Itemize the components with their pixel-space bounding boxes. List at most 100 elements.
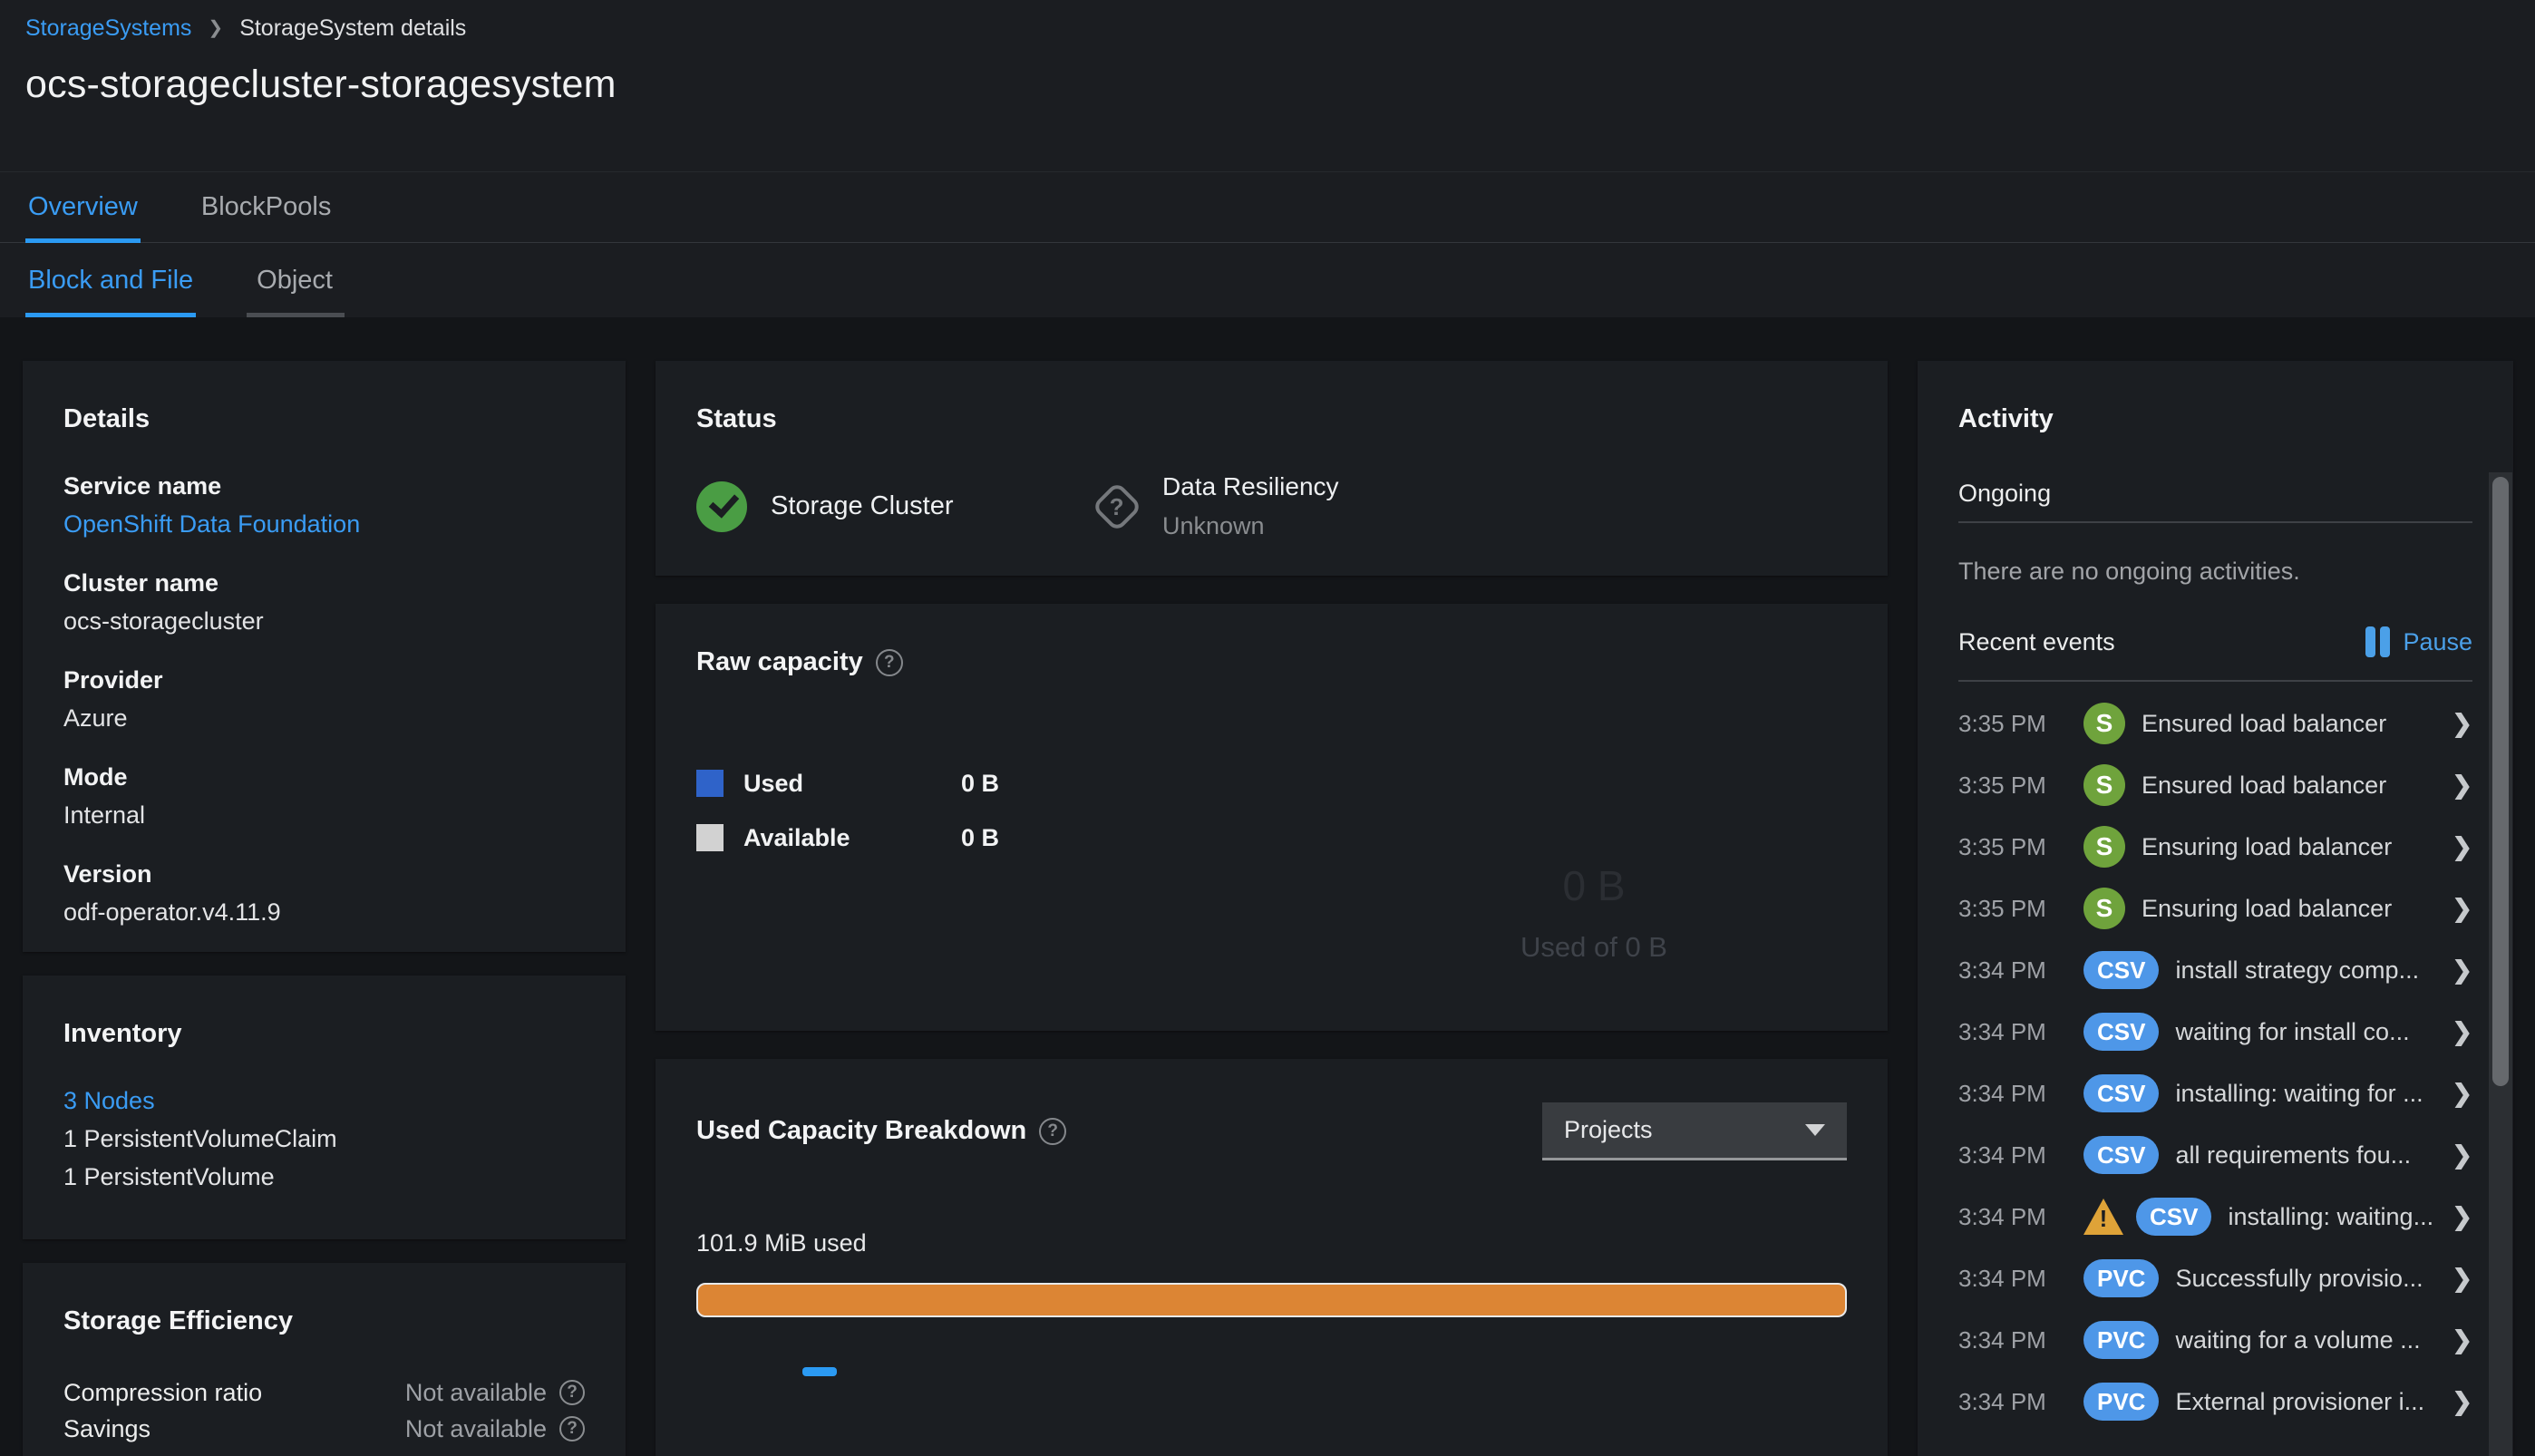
event-row[interactable]: 3:34 PM PVC waiting for a volume ... ❯ [1958,1309,2472,1371]
breadcrumb: StorageSystems ❯ StorageSystem details [25,15,2535,42]
event-row[interactable]: 3:34 PM CSV install strategy comp... ❯ [1958,939,2472,1001]
savings-label: Savings [63,1414,151,1442]
status-item-data-resiliency: ? Data Resiliency Unknown [1091,472,1339,540]
breakdown-by-dropdown[interactable]: Projects [1542,1102,1847,1160]
tab-object[interactable]: Object [247,243,345,317]
chevron-right-icon[interactable]: ❯ [2441,1265,2472,1293]
pause-icon [2365,626,2391,657]
event-row[interactable]: 3:35 PM S Ensured load balancer ❯ [1958,693,2472,754]
event-time: 3:34 PM [1958,1079,2046,1107]
event-time: 3:34 PM [1958,1202,2046,1230]
chevron-right-icon[interactable]: ❯ [2441,1080,2472,1108]
detail-value-version: odf-operator.v4.11.9 [63,898,281,926]
chevron-right-icon[interactable]: ❯ [2441,1018,2472,1046]
detail-label-version: Version [63,860,152,888]
source-badge-s: S [2083,703,2125,744]
status-card: Status Storage Cluster ? Data Resiliency… [656,361,1888,576]
event-message: Ensured load balancer [2142,709,2387,737]
data-resiliency-label: Data Resiliency [1162,472,1339,500]
detail-value-mode: Internal [63,801,146,829]
scrollbar-thumb[interactable] [2492,477,2509,1086]
pause-label: Pause [2403,627,2472,655]
help-icon[interactable]: ? [559,1380,585,1405]
raw-capacity-legend: Used 0 B Available 0 B [696,768,1847,853]
inventory-pv: 1 PersistentVolume [63,1163,275,1190]
source-badge-csv: CSV [2083,1013,2160,1051]
tab-blockpools[interactable]: BlockPools [199,172,334,242]
inventory-card: Inventory 3 Nodes 1 PersistentVolumeClai… [23,976,626,1239]
chevron-right-icon[interactable]: ❯ [2441,772,2472,800]
chevron-right-icon[interactable]: ❯ [2441,1326,2472,1354]
used-label: Used [743,769,804,797]
event-row[interactable]: 3:34 PM CSV installing: waiting for ... … [1958,1063,2472,1124]
event-message: all requirements fou... [2175,1141,2412,1169]
activity-scrollbar[interactable] [2489,472,2512,1456]
page-header: StorageSystems ❯ StorageSystem details o… [0,0,2535,172]
source-badge-csv: CSV [2083,1074,2160,1112]
detail-value-service-name-link[interactable]: OpenShift Data Foundation [63,510,585,539]
detail-label-cluster-name: Cluster name [63,569,219,597]
event-time: 3:34 PM [1958,1325,2046,1354]
event-message: Successfully provisio... [2175,1264,2423,1292]
used-capacity-breakdown-title: Used Capacity Breakdown [696,1116,1027,1146]
chevron-right-icon[interactable]: ❯ [2441,1388,2472,1416]
event-message: Ensuring load balancer [2142,832,2393,860]
events-list: 3:35 PM S Ensured load balancer ❯ 3:35 P… [1958,682,2472,1432]
breadcrumb-link-storagesystems[interactable]: StorageSystems [25,15,191,42]
event-time: 3:35 PM [1958,894,2046,922]
event-message: Ensuring load balancer [2142,894,2393,922]
event-message: install strategy comp... [2175,956,2420,984]
detail-label-service-name: Service name [63,472,222,500]
detail-value-provider: Azure [63,704,128,732]
chevron-right-icon[interactable]: ❯ [2441,956,2472,985]
event-time: 3:35 PM [1958,709,2046,737]
available-label: Available [743,823,850,851]
tab-block-and-file[interactable]: Block and File [25,243,197,317]
chevron-right-icon[interactable]: ❯ [2441,833,2472,861]
chevron-right-icon[interactable]: ❯ [2441,895,2472,923]
capacity-bar [696,1282,1847,1317]
storage-cluster-label: Storage Cluster [771,491,954,520]
divider [1958,521,2472,523]
available-swatch [696,824,724,851]
event-row[interactable]: 3:35 PM S Ensuring load balancer ❯ [1958,878,2472,939]
help-icon[interactable]: ? [559,1416,585,1441]
dropdown-selected-value: Projects [1564,1115,1653,1143]
event-message: waiting for install co... [2175,1017,2410,1045]
raw-capacity-title: Raw capacity [696,647,863,676]
detail-label-mode: Mode [63,763,128,791]
primary-tabs: Overview BlockPools [0,172,2535,243]
efficiency-row-savings: Savings Not available ? [63,1411,585,1447]
source-badge-s: S [2083,826,2125,868]
event-row[interactable]: 3:34 PM CSV all requirements fou... ❯ [1958,1124,2472,1186]
status-item-storage-cluster: Storage Cluster [696,480,1095,532]
source-badge-s: S [2083,888,2125,929]
tab-overview[interactable]: Overview [25,172,141,243]
breadcrumb-current: StorageSystem details [239,15,467,41]
legend-row-available: Available 0 B [696,822,1847,853]
event-row[interactable]: 3:34 PM CSV waiting for install co... ❯ [1958,1001,2472,1063]
available-value: 0 B [961,823,1000,851]
event-row[interactable]: 3:34 PM PVC External provisioner i... ❯ [1958,1371,2472,1432]
event-row[interactable]: 3:34 PM ! CSV installing: waiting... ❯ [1958,1186,2472,1247]
content-area: Details Service name OpenShift Data Foun… [0,317,2535,1456]
donut-caption: Used of 0 B [1520,931,1667,963]
help-icon[interactable]: ? [1039,1117,1067,1145]
event-row[interactable]: 3:34 PM PVC Successfully provisio... ❯ [1958,1247,2472,1309]
breadcrumb-chevron-icon: ❯ [208,18,224,38]
donut-total-value: 0 B [1562,862,1626,909]
event-row[interactable]: 3:35 PM S Ensuring load balancer ❯ [1958,816,2472,878]
source-badge-s: S [2083,764,2125,806]
chevron-right-icon[interactable]: ❯ [2441,1203,2472,1231]
chevron-right-icon[interactable]: ❯ [2441,1141,2472,1170]
help-icon[interactable]: ? [875,648,903,676]
warning-triangle-icon: ! [2083,1199,2123,1235]
event-row[interactable]: 3:35 PM S Ensured load balancer ❯ [1958,754,2472,816]
source-badge-pvc: PVC [2083,1259,2160,1297]
inventory-nodes-link[interactable]: 3 Nodes [63,1082,585,1120]
storage-efficiency-card: Storage Efficiency Compression ratio Not… [23,1263,626,1456]
source-badge-pvc: PVC [2083,1383,2160,1421]
event-message: installing: waiting for ... [2175,1079,2423,1107]
pause-button[interactable]: Pause [2365,626,2472,657]
chevron-right-icon[interactable]: ❯ [2441,710,2472,738]
